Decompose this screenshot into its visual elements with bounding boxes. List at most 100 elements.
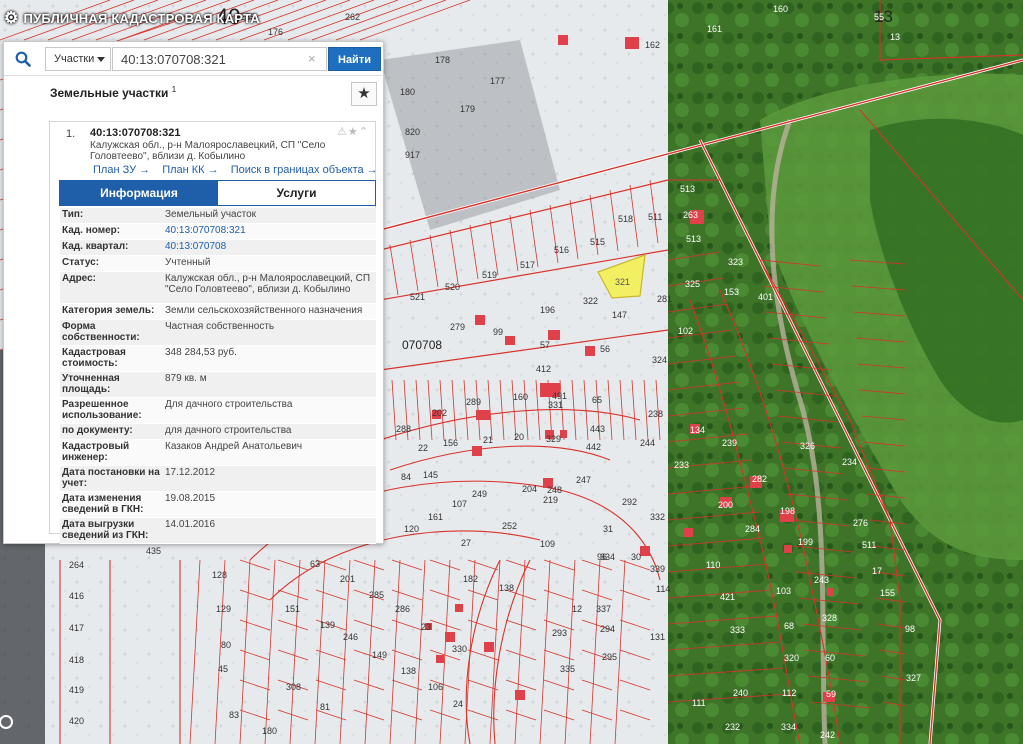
parcel-number-label[interactable]: 198 (780, 506, 795, 516)
parcel-number-label[interactable]: 109 (540, 539, 555, 549)
parcel-number-label[interactable]: 443 (590, 424, 605, 434)
parcel-number-label[interactable]: 323 (728, 257, 743, 267)
parcel-number-label[interactable]: 151 (285, 604, 300, 614)
parcel-number-label[interactable]: 243 (814, 575, 829, 585)
parcel-number-label[interactable]: 917 (405, 150, 420, 160)
parcel-number-label[interactable]: 149 (372, 650, 387, 660)
parcel-number-label[interactable]: 419 (69, 685, 84, 695)
parcel-number-label[interactable]: 519 (482, 270, 497, 280)
parcel-number-label[interactable]: 233 (674, 460, 689, 470)
parcel-number-label[interactable]: 511 (648, 212, 662, 222)
parcel-number-label[interactable]: 107 (452, 499, 467, 509)
parcel-number-label[interactable]: 111 (692, 698, 706, 708)
parcel-number-label[interactable]: 234 (842, 457, 857, 467)
parcel-number-label[interactable]: 329 (546, 434, 561, 444)
parcel-number-label[interactable]: 81 (320, 702, 330, 712)
parcel-number-label[interactable]: 334 (781, 722, 796, 732)
object-type-select[interactable]: Участки (45, 47, 111, 71)
parcel-number-label[interactable]: 264 (69, 560, 84, 570)
parcel-number-label[interactable]: 511 (862, 540, 876, 550)
parcel-number-label[interactable]: 12 (572, 604, 582, 614)
plan-zu-link[interactable]: План ЗУ → (93, 164, 150, 176)
parcel-number-label[interactable]: 102 (678, 326, 693, 336)
parcel-number-label[interactable]: 160 (513, 392, 528, 402)
parcel-number-label[interactable]: 249 (472, 489, 487, 499)
parcel-number-label[interactable]: 84 (401, 472, 411, 482)
parcel-number-label[interactable]: 145 (423, 470, 438, 480)
parcel-number-label[interactable]: 320 (784, 653, 799, 663)
parcel-number-label[interactable]: 178 (435, 55, 450, 65)
parcel-number-label[interactable]: 98 (905, 624, 915, 634)
parcel-number-label[interactable]: 516 (554, 245, 569, 255)
parcel-number-label[interactable]: 442 (586, 442, 601, 452)
parcel-number-label[interactable]: 820 (405, 127, 420, 137)
parcel-number-label[interactable]: 289 (466, 397, 481, 407)
parcel-number-label[interactable]: 22 (418, 443, 428, 453)
parcel-number-label[interactable]: 202 (432, 408, 447, 418)
parcel-number-label[interactable]: 333 (730, 625, 745, 635)
parcel-number-label[interactable]: 120 (404, 524, 419, 534)
parcel-number-label[interactable]: 238 (648, 409, 663, 419)
parcel-number-label[interactable]: 521 (410, 292, 425, 302)
parcel-number-label[interactable]: 288 (396, 424, 411, 434)
parcel-number-label[interactable]: 520 (445, 282, 460, 292)
parcel-number-label[interactable]: 239 (722, 438, 737, 448)
tab-services[interactable]: Услуги (218, 181, 375, 205)
parcel-number-label[interactable]: 282 (752, 474, 767, 484)
parcel-number-label[interactable]: 60 (825, 653, 835, 663)
parcel-number-label[interactable]: 160 (773, 4, 788, 14)
find-button[interactable]: Найти (328, 47, 381, 71)
tab-information[interactable]: Информация (60, 181, 218, 205)
parcel-number-label[interactable]: 45 (218, 664, 228, 674)
parcel-number-label[interactable]: 262 (345, 12, 360, 22)
parcel-number-label[interactable]: 139 (320, 620, 335, 630)
parcel-number-label[interactable]: 248 (547, 485, 562, 495)
parcel-number-label[interactable]: 31 (603, 524, 613, 534)
parcel-number-label[interactable]: 515 (590, 237, 605, 247)
card-tool-icons[interactable]: ⚠★⌃ (337, 125, 369, 138)
parcel-number-label[interactable]: 294 (600, 624, 615, 634)
favorite-button[interactable]: ★ (351, 82, 377, 106)
parcel-number-label[interactable]: 180 (400, 87, 415, 97)
parcel-number-label[interactable]: 110 (706, 560, 720, 570)
parcel-number-label[interactable]: 325 (685, 279, 700, 289)
parcel-number-label[interactable]: 55 (874, 12, 884, 22)
parcel-number-label[interactable]: 20 (514, 432, 524, 442)
parcel-number-label[interactable]: 276 (853, 518, 868, 528)
parcel-number-label[interactable]: 21 (483, 435, 493, 445)
parcel-number-label[interactable]: 103 (776, 586, 791, 596)
parcel-number-label[interactable]: 155 (880, 588, 895, 598)
parcel-number-label[interactable]: 112 (782, 688, 796, 698)
parcel-number-label[interactable]: 295 (602, 652, 617, 662)
parcel-number-label[interactable]: 57 (540, 340, 550, 350)
parcel-number-label[interactable]: 308 (286, 682, 301, 692)
parcel-number-label[interactable]: 421 (720, 592, 735, 602)
parcel-number-label[interactable]: 324 (652, 355, 667, 365)
parcel-number-label[interactable]: 68 (784, 621, 794, 631)
parcel-number-label[interactable]: 179 (460, 104, 475, 114)
parcel-number-label[interactable]: 83 (229, 710, 239, 720)
parcel-number-label[interactable]: 242 (820, 730, 835, 740)
info-value-link[interactable]: 40:13:070708 (165, 240, 376, 255)
parcel-number-label[interactable]: 129 (216, 604, 231, 614)
parcel-number-label[interactable]: 201 (340, 574, 355, 584)
parcel-number-label[interactable]: 418 (69, 655, 84, 665)
parcel-number-label[interactable]: 17 (872, 566, 882, 576)
parcel-number-label[interactable]: 281 (657, 294, 672, 304)
parcel-number-label[interactable]: 27 (461, 538, 471, 548)
parcel-number-label[interactable]: 176 (268, 27, 283, 37)
parcel-number-label[interactable]: 147 (612, 310, 627, 320)
parcel-number-label[interactable]: 114 (656, 584, 670, 594)
parcel-number-label[interactable]: 279 (450, 322, 465, 332)
parcel-number-label[interactable]: 334 (600, 552, 615, 562)
parcel-number-label[interactable]: 322 (583, 296, 598, 306)
parcel-number-label[interactable]: 412 (536, 364, 551, 374)
parcel-number-label[interactable]: 182 (463, 574, 478, 584)
parcel-number-label[interactable]: 335 (560, 664, 575, 674)
parcel-number-label[interactable]: 331 (548, 400, 563, 410)
parcel-number-label[interactable]: 63 (310, 559, 320, 569)
parcel-number-label[interactable]: 30 (631, 552, 641, 562)
parcel-number-label[interactable]: 247 (576, 475, 591, 485)
parcel-number-label[interactable]: 161 (707, 24, 722, 34)
app-title[interactable]: ⚙ ПУБЛИЧНАЯ КАДАСТРОВАЯ КАРТА (4, 8, 260, 28)
